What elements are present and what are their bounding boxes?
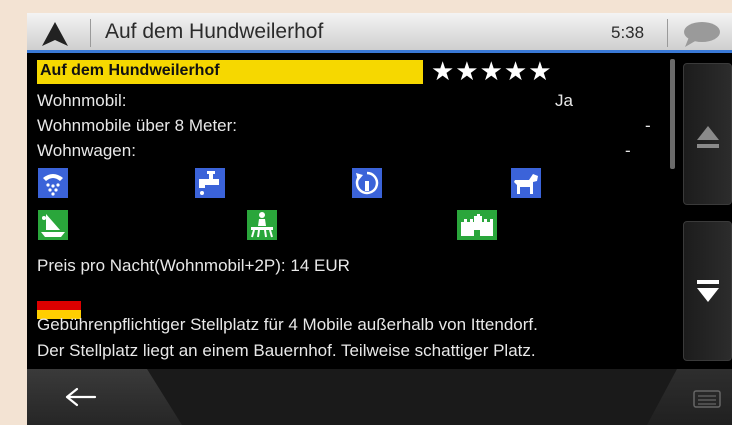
attribute-label: Wohnmobil: <box>37 91 127 110</box>
description-line: Gebührenpflichtiger Stellplatz für 4 Mob… <box>37 315 538 334</box>
rating-stars-icon: ★★★★★ <box>431 56 553 86</box>
picnic-icon <box>247 210 277 240</box>
castle-icon <box>457 210 497 240</box>
attribute-value: - <box>625 141 631 160</box>
menu-button[interactable] <box>647 369 732 425</box>
attribute-label: Wohnwagen: <box>37 141 136 160</box>
menu-icon <box>693 390 721 408</box>
boat-icon <box>38 210 68 240</box>
back-arrow-icon <box>65 387 97 407</box>
back-button[interactable] <box>27 369 182 425</box>
scroll-bottom-icon <box>697 280 719 302</box>
navigation-arrow-icon[interactable] <box>41 21 69 47</box>
attribute-label: Wohnmobile über 8 Meter: <box>37 116 238 135</box>
dump-station-icon <box>352 168 382 198</box>
scroll-up-button[interactable] <box>683 63 732 205</box>
shower-icon <box>38 168 68 198</box>
scroll-top-icon <box>697 126 719 148</box>
bottom-bar <box>27 369 732 425</box>
scrollbar[interactable] <box>670 59 675 169</box>
attribute-value: Ja <box>555 91 573 110</box>
description-line: Der Stellplatz liegt an einem Bauernhof.… <box>37 341 536 360</box>
header-divider <box>667 19 668 47</box>
header-title: Auf dem Hundweilerhof <box>105 20 324 43</box>
header-divider <box>90 19 91 47</box>
clock: 5:38 <box>611 23 645 42</box>
message-bubble-icon[interactable] <box>681 20 721 48</box>
dog-icon <box>511 168 541 198</box>
scroll-down-button[interactable] <box>683 221 732 361</box>
price-info: Preis pro Nacht(Wohnmobil+2P): 14 EUR <box>37 256 350 275</box>
attribute-value: - <box>645 116 651 135</box>
water-tap-icon <box>195 168 225 198</box>
place-name: Auf dem Hundweilerhof <box>37 60 423 84</box>
navigation-screen: Auf dem Hundweilerhof 5:38 Auf dem Hundw… <box>27 13 732 425</box>
poi-details: Auf dem Hundweilerhof ★★★★★ Wohnmobil: J… <box>27 56 673 366</box>
title-bar: Auf dem Hundweilerhof 5:38 <box>27 13 732 53</box>
